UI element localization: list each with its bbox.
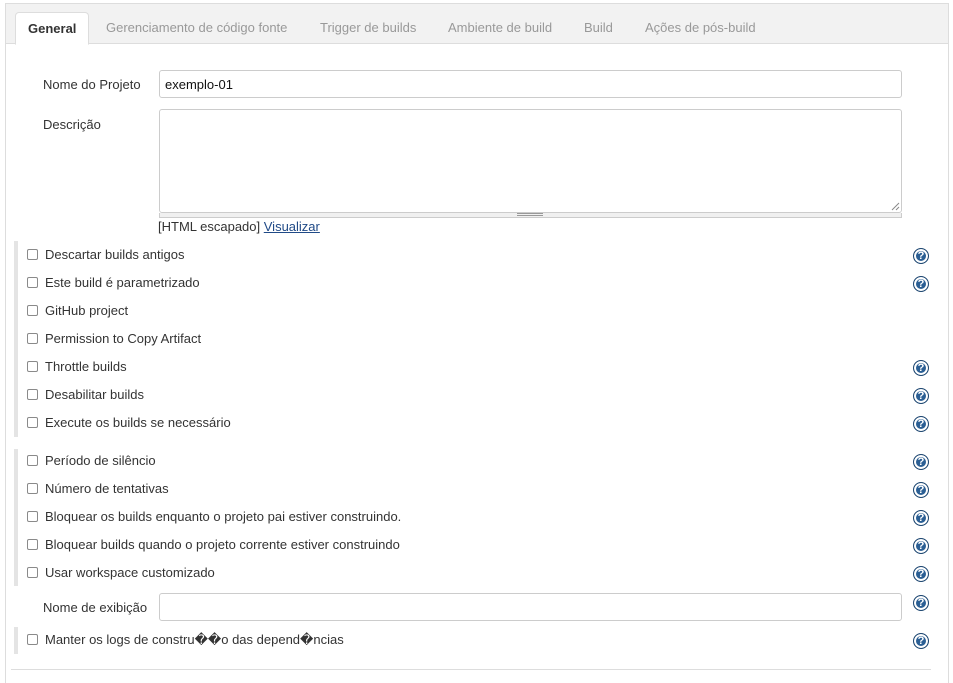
checkbox[interactable] bbox=[27, 389, 38, 401]
help-icon[interactable]: ? bbox=[913, 248, 929, 264]
tab-source-code-management[interactable]: Gerenciamento de código fonte bbox=[94, 12, 299, 45]
display-name-label: Nome de exibição bbox=[43, 600, 148, 615]
help-icon[interactable]: ? bbox=[913, 510, 929, 526]
checkbox[interactable] bbox=[27, 249, 38, 261]
option-retry-count[interactable]: Número de tentativas bbox=[27, 479, 169, 499]
checkbox[interactable] bbox=[27, 539, 38, 551]
config-tab-bar: General Gerenciamento de código fonte Tr… bbox=[6, 4, 948, 45]
checkbox[interactable] bbox=[27, 567, 38, 579]
tab-build-environment[interactable]: Ambiente de build bbox=[436, 12, 564, 45]
option-label: GitHub project bbox=[45, 303, 129, 318]
expand-grip-icon bbox=[517, 213, 543, 216]
tab-general[interactable]: General bbox=[15, 12, 90, 45]
resize-handle-icon[interactable] bbox=[891, 202, 900, 211]
option-concurrent-builds[interactable]: Execute os builds se necessário bbox=[27, 413, 231, 433]
checkbox[interactable] bbox=[27, 511, 38, 523]
option-custom-workspace[interactable]: Usar workspace customizado bbox=[27, 563, 215, 583]
section-divider-bar bbox=[14, 241, 18, 437]
option-github-project[interactable]: GitHub project bbox=[27, 301, 128, 321]
help-icon[interactable]: ? bbox=[913, 538, 929, 554]
checkbox[interactable] bbox=[27, 455, 38, 467]
option-block-downstream[interactable]: Bloquear builds quando o projeto corrent… bbox=[27, 535, 400, 555]
help-icon[interactable]: ? bbox=[913, 482, 929, 498]
html-escape-text: [HTML escapado] bbox=[158, 219, 261, 234]
textarea-expand-bar[interactable] bbox=[159, 213, 902, 218]
tab-post-build-actions[interactable]: Ações de pós-build bbox=[633, 12, 768, 45]
job-config-panel: General Gerenciamento de código fonte Tr… bbox=[5, 3, 949, 683]
option-keep-dependency-logs[interactable]: Manter os logs de constru��o das depend�… bbox=[27, 630, 344, 650]
option-label: Desabilitar builds bbox=[45, 387, 144, 402]
option-label: Throttle builds bbox=[45, 359, 127, 374]
option-label: Permission to Copy Artifact bbox=[45, 331, 202, 346]
option-block-upstream[interactable]: Bloquear os builds enquanto o projeto pa… bbox=[27, 507, 401, 527]
bottom-divider bbox=[11, 669, 931, 670]
option-label: Período de silêncio bbox=[45, 453, 156, 468]
help-icon[interactable]: ? bbox=[913, 388, 929, 404]
option-parameterized-build[interactable]: Este build é parametrizado bbox=[27, 273, 200, 293]
option-label: Bloquear builds quando o projeto corrent… bbox=[45, 537, 400, 552]
description-textarea[interactable] bbox=[159, 109, 902, 213]
option-disable-builds[interactable]: Desabilitar builds bbox=[27, 385, 144, 405]
option-label: Bloquear os builds enquanto o projeto pa… bbox=[45, 509, 402, 524]
section-divider-bar bbox=[14, 627, 18, 654]
option-throttle-builds[interactable]: Throttle builds bbox=[27, 357, 127, 377]
option-label: Usar workspace customizado bbox=[45, 565, 215, 580]
description-label: Descrição bbox=[43, 117, 101, 132]
checkbox[interactable] bbox=[27, 361, 38, 373]
checkbox[interactable] bbox=[27, 333, 38, 345]
option-label: Este build é parametrizado bbox=[45, 275, 200, 290]
help-icon[interactable]: ? bbox=[913, 454, 929, 470]
help-icon[interactable]: ? bbox=[913, 595, 929, 611]
option-label: Número de tentativas bbox=[45, 481, 169, 496]
option-quiet-period[interactable]: Período de silêncio bbox=[27, 451, 156, 471]
checkbox[interactable] bbox=[27, 634, 38, 646]
help-icon[interactable]: ? bbox=[913, 566, 929, 582]
html-escape-note: [HTML escapado] Visualizar bbox=[158, 219, 320, 234]
checkbox[interactable] bbox=[27, 277, 38, 289]
option-copy-artifact-permission[interactable]: Permission to Copy Artifact bbox=[27, 329, 201, 349]
option-label: Manter os logs de constru��o das depend�… bbox=[45, 632, 344, 647]
option-label: Descartar builds antigos bbox=[45, 247, 185, 262]
option-label: Execute os builds se necessário bbox=[45, 415, 231, 430]
tab-build[interactable]: Build bbox=[572, 12, 625, 45]
project-name-input[interactable] bbox=[159, 70, 902, 98]
display-name-input[interactable] bbox=[159, 593, 902, 621]
help-icon[interactable]: ? bbox=[913, 360, 929, 376]
checkbox[interactable] bbox=[27, 305, 38, 317]
checkbox[interactable] bbox=[27, 417, 38, 429]
help-icon[interactable]: ? bbox=[913, 633, 929, 649]
checkbox[interactable] bbox=[27, 483, 38, 495]
option-discard-old-builds[interactable]: Descartar builds antigos bbox=[27, 245, 184, 265]
preview-link[interactable]: Visualizar bbox=[264, 219, 320, 234]
help-icon[interactable]: ? bbox=[913, 416, 929, 432]
help-icon[interactable]: ? bbox=[913, 276, 929, 292]
project-name-label: Nome do Projeto bbox=[43, 77, 141, 92]
tab-build-triggers[interactable]: Trigger de builds bbox=[308, 12, 428, 45]
section-divider-bar bbox=[14, 449, 18, 586]
